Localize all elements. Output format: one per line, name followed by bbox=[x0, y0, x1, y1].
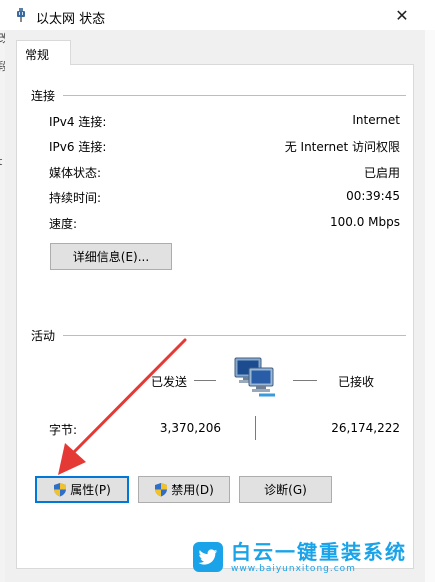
properties-button-label: 属性(P) bbox=[70, 483, 111, 497]
speed-label: 速度: bbox=[49, 217, 78, 231]
details-button-label: 详细信息(E)... bbox=[72, 250, 150, 264]
uac-shield-icon bbox=[53, 482, 67, 497]
network-computers-icon bbox=[229, 355, 281, 402]
received-connector-line bbox=[293, 380, 317, 381]
tab-label: 常规 bbox=[25, 48, 50, 62]
media-state-value: 已启用 bbox=[363, 166, 400, 180]
watermark-title: 白云一键重装系统 bbox=[231, 540, 407, 564]
bytes-divider bbox=[255, 416, 256, 440]
speed-value: 100.0 Mbps bbox=[329, 215, 400, 229]
network-cable-icon bbox=[13, 7, 29, 26]
background-app-right-edge bbox=[425, 30, 435, 582]
properties-button[interactable]: 属性(P) bbox=[35, 476, 129, 503]
connection-group-divider bbox=[63, 95, 406, 96]
window-title: 以太网 状态 bbox=[36, 12, 106, 27]
tab-general[interactable]: 常规 bbox=[16, 40, 71, 65]
ethernet-status-dialog: 以太网 状态 ✕ 常规 连接 IPv4 连接: Internet IPv6 连接… bbox=[5, 0, 425, 582]
twitter-bird-logo-icon bbox=[193, 542, 223, 572]
duration-value: 00:39:45 bbox=[346, 189, 400, 203]
diagnose-button[interactable]: 诊断(G) bbox=[239, 476, 332, 503]
watermark: 白云一键重装系统 www.baiyunxitong.com bbox=[185, 532, 435, 582]
disable-button-label: 禁用(D) bbox=[171, 483, 214, 497]
activity-group-divider bbox=[63, 335, 406, 336]
close-icon: ✕ bbox=[395, 5, 409, 25]
ipv6-label: IPv6 连接: bbox=[49, 140, 107, 154]
received-label: 已接收 bbox=[338, 375, 375, 389]
media-state-label: 媒体状态: bbox=[49, 166, 102, 180]
bytes-label: 字节: bbox=[49, 423, 78, 437]
activity-group-label: 活动 bbox=[31, 329, 56, 343]
details-button[interactable]: 详细信息(E)... bbox=[50, 243, 172, 270]
background-char: t bbox=[0, 155, 3, 168]
bytes-sent-value: 3,370,206 bbox=[159, 421, 221, 435]
disable-button[interactable]: 禁用(D) bbox=[138, 476, 230, 503]
dialog-client-area: 常规 连接 IPv4 连接: Internet IPv6 连接: 无 Inter… bbox=[5, 30, 425, 582]
sent-label: 已发送 bbox=[151, 375, 188, 389]
ipv6-value: 无 Internet 访问权限 bbox=[284, 140, 400, 154]
close-button[interactable]: ✕ bbox=[379, 0, 425, 30]
tab-panel-general: 连接 IPv4 连接: Internet IPv6 连接: 无 Internet… bbox=[16, 64, 414, 569]
ipv4-label: IPv4 连接: bbox=[49, 115, 107, 129]
connection-group-label: 连接 bbox=[31, 89, 56, 103]
uac-shield-icon bbox=[154, 482, 168, 497]
ipv4-value: Internet bbox=[352, 113, 400, 127]
watermark-url: www.baiyunxitong.com bbox=[231, 564, 356, 574]
sent-connector-line bbox=[194, 380, 216, 381]
diagnose-button-label: 诊断(G) bbox=[264, 483, 307, 497]
title-bar[interactable]: 以太网 状态 ✕ bbox=[5, 0, 425, 30]
bytes-received-value: 26,174,222 bbox=[331, 421, 400, 435]
duration-label: 持续时间: bbox=[49, 191, 102, 205]
